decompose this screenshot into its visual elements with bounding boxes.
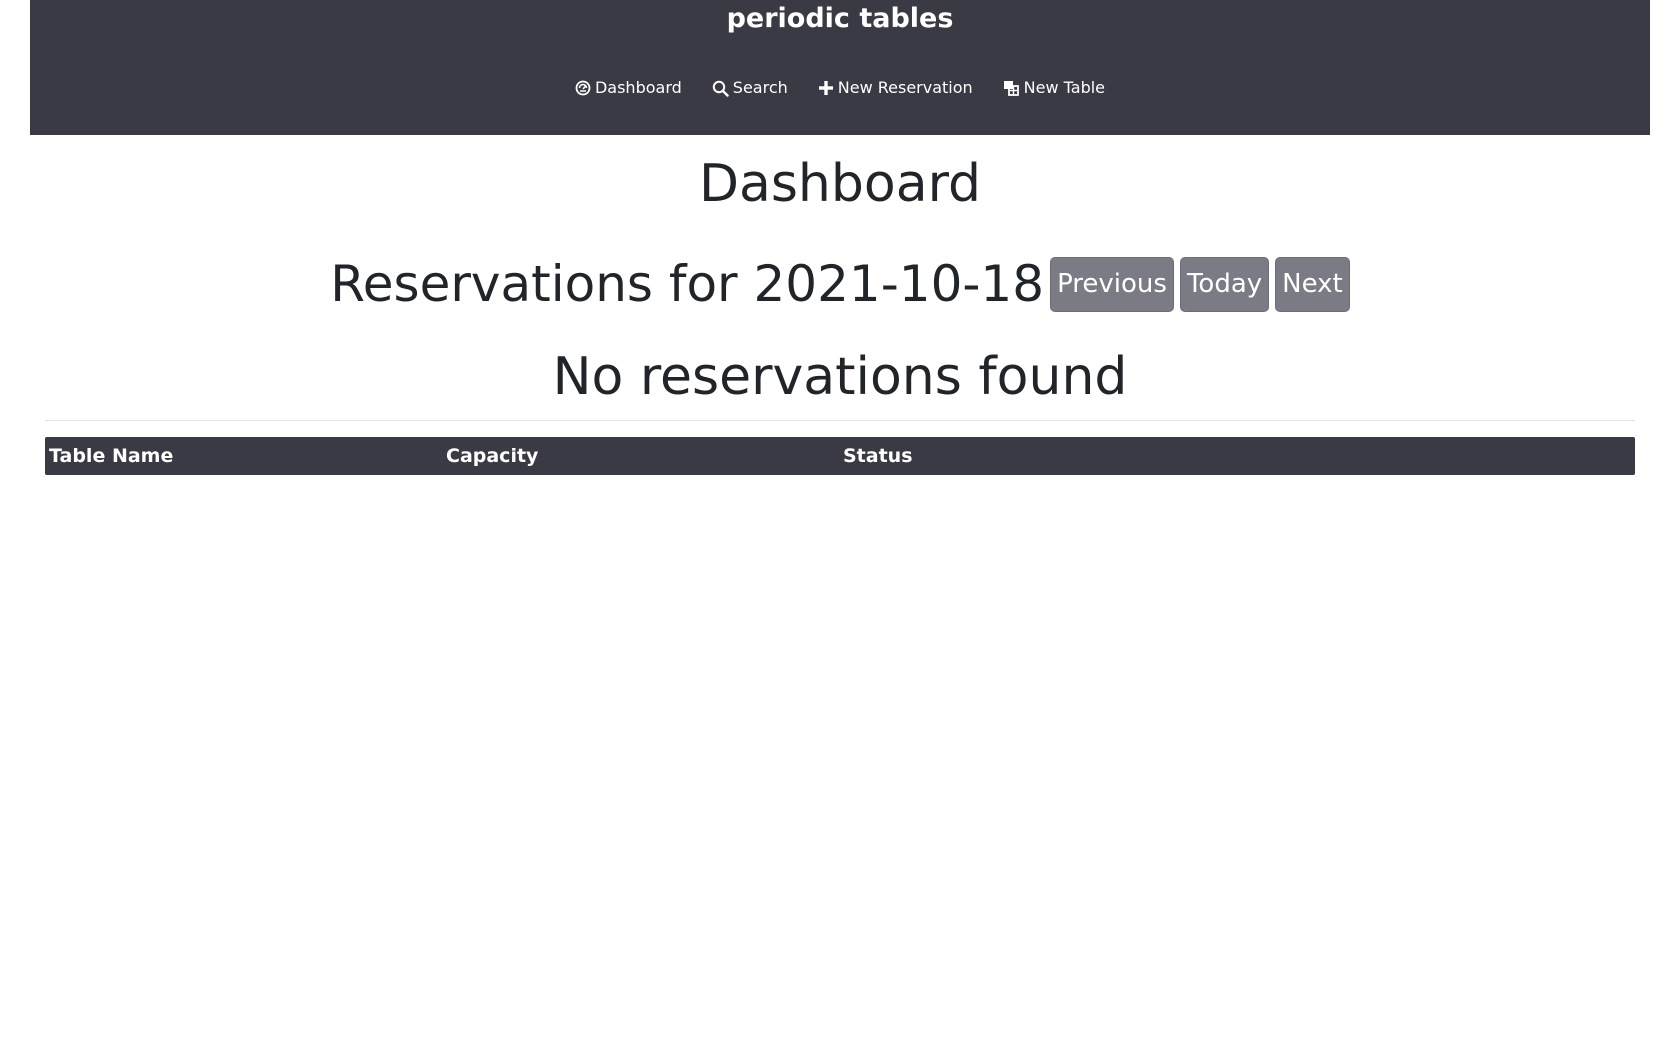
top-header: periodic tables Dashboard Search New Res…	[30, 0, 1650, 135]
plus-icon	[818, 80, 834, 96]
nav-dashboard-label: Dashboard	[594, 78, 682, 97]
previous-button[interactable]: Previous	[1050, 256, 1174, 312]
nav-dashboard[interactable]: Dashboard	[575, 76, 682, 100]
search-icon	[712, 80, 729, 97]
reservations-date-heading: Reservations for 2021-10-18	[330, 255, 1045, 313]
nav-new-table[interactable]: New Table	[1003, 76, 1105, 100]
main-nav: Dashboard Search New Reservation New Tab…	[30, 76, 1650, 100]
brand-title[interactable]: periodic tables	[30, 3, 1650, 35]
column-header-table-name: Table Name	[49, 445, 174, 467]
new-table-icon	[1003, 80, 1020, 97]
nav-search[interactable]: Search	[712, 76, 788, 100]
nav-search-label: Search	[732, 78, 788, 97]
section-divider	[45, 420, 1635, 421]
today-button[interactable]: Today	[1179, 256, 1270, 312]
column-header-status: Status	[843, 445, 913, 467]
column-header-capacity: Capacity	[446, 445, 539, 467]
nav-new-table-label: New Table	[1023, 78, 1106, 97]
no-reservations-message: No reservations found	[552, 347, 1128, 407]
nav-new-reservation-label: New Reservation	[837, 78, 973, 97]
date-navigation: Reservations for 2021-10-18 Previous Tod…	[0, 253, 1680, 315]
tables-table-header: Table Name Capacity Status	[45, 437, 1635, 475]
next-button[interactable]: Next	[1275, 256, 1350, 312]
nav-new-reservation[interactable]: New Reservation	[818, 76, 973, 100]
dashboard-icon	[575, 80, 591, 96]
page-title: Dashboard	[698, 154, 982, 214]
